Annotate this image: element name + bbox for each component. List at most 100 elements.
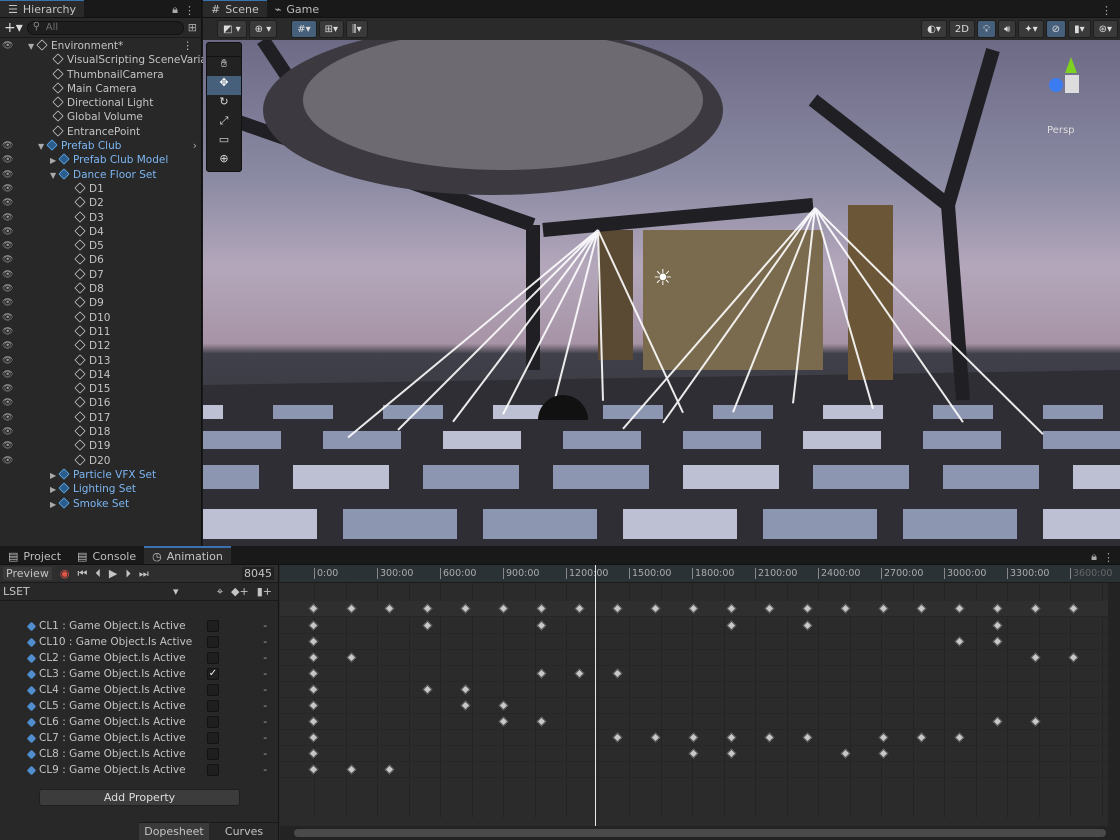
chevron-right-icon[interactable]: › bbox=[193, 139, 197, 153]
clip-dropdown-arrow-icon[interactable]: ▾ bbox=[173, 585, 179, 598]
hierarchy-item[interactable]: 👁︎ D19 bbox=[0, 439, 201, 453]
lock-icon[interactable]: 🔒︎ bbox=[172, 3, 178, 17]
first-key-icon[interactable]: ⏮ bbox=[77, 567, 87, 581]
hierarchy-item[interactable]: 👁︎ D1 bbox=[0, 182, 201, 196]
orientation-gizmo[interactable]: Persp bbox=[1043, 55, 1103, 136]
next-key-icon[interactable]: ⏵ bbox=[125, 567, 131, 581]
property-options-icon[interactable]: - bbox=[263, 684, 267, 696]
hierarchy-item[interactable]: ThumbnailCamera bbox=[0, 67, 201, 82]
hierarchy-item[interactable]: ▶ Lighting Set bbox=[0, 482, 201, 496]
hierarchy-item[interactable]: 👁︎ D6 bbox=[0, 253, 201, 267]
property-row[interactable]: CL4 : Game Object.Is Active - bbox=[0, 682, 279, 698]
tab-game[interactable]: ⌁ Game bbox=[267, 0, 327, 17]
property-row[interactable]: CL7 : Game Object.Is Active - bbox=[0, 730, 279, 746]
visibility-eye-icon[interactable]: 👁︎ bbox=[2, 368, 14, 382]
effects-icon[interactable]: ✦▾ bbox=[1018, 20, 1044, 38]
property-options-icon[interactable]: - bbox=[263, 716, 267, 728]
property-row[interactable]: CL9 : Game Object.Is Active - bbox=[0, 762, 279, 778]
hierarchy-item[interactable]: 👁︎ D2 bbox=[0, 196, 201, 210]
preview-button[interactable]: Preview bbox=[3, 567, 52, 580]
visibility-eye-icon[interactable]: 👁︎ bbox=[2, 225, 14, 239]
hierarchy-item[interactable]: VisualScripting SceneVaria bbox=[0, 53, 207, 67]
expand-arrow-icon[interactable]: ▶ bbox=[50, 469, 59, 483]
more-icon[interactable]: ⋮ bbox=[184, 4, 195, 17]
tab-scene[interactable]: # Scene bbox=[203, 0, 267, 17]
scrollbar-thumb[interactable] bbox=[294, 829, 1106, 837]
hierarchy-item[interactable]: 👁︎ D7 bbox=[0, 268, 201, 282]
more-icon[interactable]: ⋮ bbox=[183, 39, 194, 53]
visibility-eye-icon[interactable]: 👁︎ bbox=[2, 325, 14, 339]
dopesheet-tab[interactable]: Dopesheet bbox=[139, 823, 209, 840]
property-value-checkbox[interactable] bbox=[207, 700, 219, 712]
hierarchy-item[interactable]: 👁︎ D3 bbox=[0, 210, 201, 225]
hierarchy-search-input[interactable]: All bbox=[26, 20, 184, 35]
visibility-eye-icon[interactable]: 👁︎ bbox=[2, 382, 14, 396]
hierarchy-item[interactable]: 👁︎ D16 bbox=[0, 396, 201, 410]
hierarchy-item[interactable]: 👁︎ D12 bbox=[0, 339, 201, 353]
hierarchy-item[interactable]: 👁︎ D13 bbox=[0, 353, 201, 368]
visibility-eye-icon[interactable]: 👁︎ bbox=[2, 425, 14, 439]
more-icon[interactable]: ⋮ bbox=[1103, 551, 1114, 564]
last-key-icon[interactable]: ⏭ bbox=[139, 567, 149, 581]
playhead[interactable] bbox=[595, 565, 596, 827]
hierarchy-item[interactable]: 👁︎ D9 bbox=[0, 296, 201, 310]
visibility-eye-icon[interactable]: 👁︎ bbox=[2, 39, 14, 53]
hierarchy-item[interactable]: Main Camera bbox=[0, 82, 201, 96]
hierarchy-item[interactable]: Directional Light bbox=[0, 96, 201, 110]
hierarchy-item[interactable]: 👁︎ D5 bbox=[0, 239, 201, 253]
property-options-icon[interactable]: - bbox=[263, 764, 267, 776]
property-options-icon[interactable]: - bbox=[263, 748, 267, 760]
property-options-icon[interactable]: - bbox=[263, 668, 267, 680]
visibility-eye-icon[interactable]: 👁︎ bbox=[2, 282, 14, 296]
tab-console[interactable]: ▤ Console bbox=[69, 546, 144, 564]
rect-tool-icon[interactable]: ▭ bbox=[207, 133, 241, 152]
property-value-checkbox[interactable] bbox=[207, 636, 219, 648]
tools-handle[interactable] bbox=[207, 43, 241, 57]
hierarchy-item[interactable]: 👁︎ D8 bbox=[0, 282, 201, 296]
property-options-icon[interactable]: - bbox=[263, 652, 267, 664]
hierarchy-item[interactable]: 👁︎ D20 bbox=[0, 453, 201, 468]
add-event-icon[interactable]: ▮+ bbox=[257, 585, 272, 598]
property-row[interactable]: CL8 : Game Object.Is Active - bbox=[0, 746, 279, 762]
tab-hierarchy[interactable]: ☰ Hierarchy bbox=[0, 0, 85, 17]
property-row[interactable]: CL1 : Game Object.Is Active - bbox=[0, 618, 279, 634]
hierarchy-item[interactable]: Global Volume bbox=[0, 110, 201, 124]
timeline-scrollbar[interactable] bbox=[280, 826, 1120, 840]
expand-arrow-icon[interactable]: ▼ bbox=[50, 169, 59, 183]
hierarchy-item[interactable]: 👁︎ D14 bbox=[0, 368, 201, 382]
property-row[interactable]: CL5 : Game Object.Is Active - bbox=[0, 698, 279, 714]
tab-project[interactable]: ▤ Project bbox=[0, 546, 69, 564]
expand-arrow-icon[interactable]: ▶ bbox=[50, 154, 59, 168]
visibility-eye-icon[interactable]: 👁︎ bbox=[2, 439, 14, 453]
mode-2d-button[interactable]: 2D bbox=[948, 20, 975, 38]
property-row[interactable]: CL6 : Game Object.Is Active - bbox=[0, 714, 279, 730]
expand-arrow-icon[interactable]: ▼ bbox=[38, 140, 47, 154]
visibility-eye-icon[interactable]: 👁︎ bbox=[2, 311, 14, 325]
keyframe-grid[interactable] bbox=[280, 583, 1120, 840]
filter-icon[interactable]: ⌖ bbox=[217, 585, 223, 599]
property-row[interactable]: CL10 : Game Object.Is Active - bbox=[0, 634, 279, 650]
increment-button[interactable]: ⫼▾ bbox=[346, 20, 368, 38]
hierarchy-prefab-club[interactable]: 👁︎ ▼ Prefab Club › bbox=[0, 139, 201, 153]
hierarchy-item[interactable]: 👁︎ ▼ Dance Floor Set bbox=[0, 168, 201, 182]
property-value-checkbox[interactable] bbox=[207, 732, 219, 744]
draw-mode-button[interactable]: ◩ ▾ bbox=[217, 20, 247, 38]
time-ruler[interactable]: 0:00 300:00 600:00 900:00 1200:00 1500:00 1800… bbox=[280, 565, 1120, 583]
hierarchy-item[interactable]: 👁︎ D17 bbox=[0, 411, 201, 425]
snap-button[interactable]: ⊞▾ bbox=[318, 20, 345, 38]
visibility-eye-icon[interactable]: 👁︎ bbox=[2, 182, 14, 196]
hierarchy-item[interactable]: 👁︎ D11 bbox=[0, 325, 201, 339]
x-axis-icon[interactable] bbox=[1049, 78, 1063, 92]
property-value-checkbox[interactable] bbox=[207, 764, 219, 776]
expand-arrow-icon[interactable]: ▼ bbox=[28, 40, 37, 54]
y-axis-icon[interactable] bbox=[1065, 57, 1077, 73]
hierarchy-scene-root[interactable]: 👁︎ ▼ Environment* ⋮ bbox=[0, 39, 201, 53]
property-value-checkbox[interactable] bbox=[207, 684, 219, 696]
expand-arrow-icon[interactable]: ▶ bbox=[50, 483, 59, 497]
visibility-eye-icon[interactable]: 👁︎ bbox=[2, 454, 14, 468]
hierarchy-item[interactable]: 👁︎ D15 bbox=[0, 382, 201, 396]
hierarchy-item[interactable]: ▶ Smoke Set bbox=[0, 496, 201, 512]
property-options-icon[interactable]: - bbox=[263, 732, 267, 744]
expand-arrow-icon[interactable]: ▶ bbox=[50, 498, 59, 512]
scene-search-icon[interactable]: ⊞ bbox=[188, 21, 197, 34]
